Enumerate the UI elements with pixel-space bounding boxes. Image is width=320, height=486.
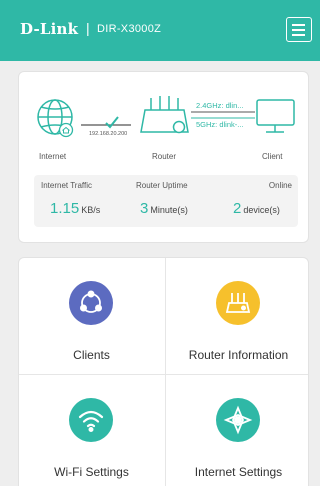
- clients-icon: [69, 281, 113, 325]
- monitor-icon: [256, 99, 295, 133]
- traffic-stat: 1.15 KB/s: [50, 200, 100, 217]
- wifi-24-ssid: 2.4GHz: dlin...: [196, 101, 244, 110]
- hamburger-menu-icon[interactable]: [286, 17, 312, 42]
- online-label: Online: [268, 181, 292, 190]
- clients-label: Clients: [73, 348, 110, 362]
- router-icon: [140, 96, 189, 134]
- internet-settings-icon: [216, 398, 260, 442]
- online-unit: device(s): [243, 205, 280, 215]
- internet-settings-label: Internet Settings: [194, 465, 283, 479]
- clients-tile[interactable]: Clients: [19, 258, 164, 374]
- router-info-label: Router Information: [188, 348, 289, 362]
- traffic-value: 1.15: [50, 200, 80, 217]
- uptime-label: Router Uptime: [136, 181, 188, 190]
- client-label: Client: [262, 152, 283, 161]
- router-label: Router: [152, 152, 177, 161]
- traffic-unit: KB/s: [81, 205, 101, 215]
- feature-grid: Clients Router Information Wi-Fi Setting…: [18, 257, 309, 486]
- online-value: 2: [233, 200, 242, 217]
- uptime-unit: Minute(s): [150, 205, 188, 215]
- uptime-stat: 3 Minute(s): [140, 200, 188, 217]
- wifi-settings-tile[interactable]: Wi-Fi Settings: [19, 375, 164, 486]
- home-badge-icon: [58, 122, 74, 138]
- router-information-tile[interactable]: Router Information: [166, 258, 308, 374]
- header-separator: |: [86, 20, 90, 36]
- model-name: DIR-X3000Z: [97, 23, 162, 35]
- ip-address: 192.168.20.200: [89, 131, 127, 137]
- router-info-icon: [216, 281, 260, 325]
- wifi-icon: [69, 398, 113, 442]
- internet-label: Internet: [39, 152, 67, 161]
- wifi-settings-label: Wi-Fi Settings: [54, 465, 129, 479]
- network-status-card: 192.168.20.200 2.4GHz: dlin... 5GHz: dli…: [18, 71, 309, 243]
- app-header: D-Link | DIR-X3000Z: [0, 0, 320, 61]
- wifi-5-ssid: 5GHz: dlink-...: [196, 120, 244, 129]
- internet-settings-tile[interactable]: Internet Settings: [166, 375, 308, 486]
- brand-logo: D-Link: [20, 20, 79, 38]
- traffic-label: Internet Traffic: [41, 181, 92, 190]
- uptime-value: 3: [140, 200, 149, 217]
- stats-panel: Internet Traffic Router Uptime Online 1.…: [34, 175, 298, 227]
- online-stat[interactable]: 2 device(s): [233, 200, 280, 217]
